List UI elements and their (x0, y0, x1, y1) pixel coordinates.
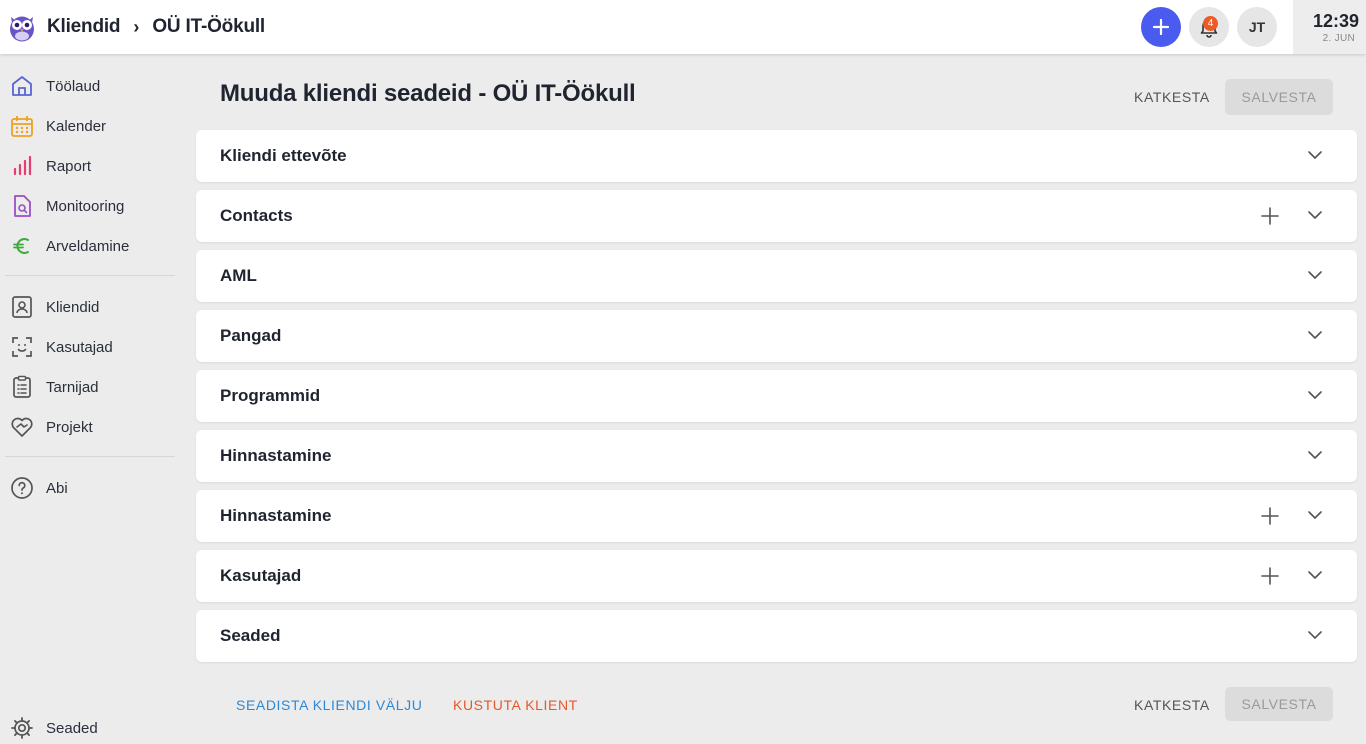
plus-icon[interactable] (1260, 206, 1280, 226)
heart-handshake-icon (11, 417, 33, 437)
chevron-down-icon[interactable] (1307, 567, 1323, 583)
chevron-down-icon[interactable] (1307, 327, 1323, 343)
user-avatar[interactable]: JT (1237, 7, 1277, 47)
section-hinnastamine-2[interactable]: Hinnastamine (196, 490, 1357, 542)
document-search-icon (14, 195, 31, 217)
section-title: Pangad (220, 326, 282, 345)
section-title: Programmid (220, 386, 321, 405)
section-kliendi-ettevote[interactable]: Kliendi ettevõte (196, 130, 1357, 182)
section-aml[interactable]: AML (196, 250, 1357, 302)
section-title: Kliendi ettevõte (220, 146, 347, 165)
sidebar-item-monitooring[interactable]: Monitooring (0, 188, 183, 224)
top-bar: Kliendid › OÜ IT-Öökull 4 JT 12:39 2. JU… (0, 0, 1366, 54)
calendar-icon (11, 116, 33, 137)
sidebar-item-raport[interactable]: Raport (0, 148, 183, 184)
euro-icon (13, 238, 29, 254)
breadcrumb-current: OÜ IT-Öökull (152, 16, 266, 37)
add-button[interactable] (1141, 7, 1181, 47)
gear-icon (11, 717, 33, 739)
sidebar-item-label: Kasutajad (46, 338, 113, 356)
plus-icon[interactable] (1260, 566, 1280, 586)
chevron-down-icon[interactable] (1307, 147, 1323, 163)
sidebar-item-projekt[interactable]: Projekt (0, 409, 183, 445)
breadcrumb-separator: › (133, 16, 140, 37)
sidebar-divider (5, 275, 175, 276)
chevron-down-icon[interactable] (1307, 207, 1323, 223)
sidebar-item-arveldamine[interactable]: Arveldamine (0, 228, 183, 264)
footer-save-button[interactable]: SALVESTA (1225, 687, 1333, 721)
clock-date: 2. JUN (1322, 32, 1355, 44)
sidebar-item-label: Tarnijad (46, 378, 99, 396)
clipboard-list-icon (13, 375, 31, 398)
help-circle-icon (11, 477, 33, 499)
chevron-down-icon[interactable] (1307, 387, 1323, 403)
sidebar-item-abi[interactable]: Abi (0, 470, 183, 506)
sidebar-item-label: Monitooring (46, 197, 125, 215)
sidebar-divider (5, 456, 175, 457)
sidebar-item-kliendid[interactable]: Kliendid (0, 289, 183, 325)
sidebar-item-kalender[interactable]: Kalender (0, 108, 183, 144)
section-title: Hinnastamine (220, 506, 332, 525)
notification-badge: 4 (1203, 16, 1218, 31)
section-seaded[interactable]: Seaded (196, 610, 1357, 662)
sidebar-item-label: Kliendid (46, 298, 100, 316)
cancel-button[interactable]: KATKESTA (1134, 89, 1210, 105)
bar-chart-icon (13, 155, 32, 176)
save-button[interactable]: SALVESTA (1225, 79, 1333, 115)
section-programmid[interactable]: Programmid (196, 370, 1357, 422)
sidebar-item-label: Projekt (46, 418, 93, 436)
chevron-down-icon[interactable] (1307, 267, 1323, 283)
face-scan-icon (12, 337, 32, 357)
sidebar-item-kasutajad[interactable]: Kasutajad (0, 329, 183, 365)
sidebar-item-tarnijad[interactable]: Tarnijad (0, 369, 183, 405)
sidebar-item-seaded[interactable]: Seaded (0, 710, 183, 744)
section-title: Contacts (220, 206, 293, 225)
owl-logo-icon[interactable] (9, 12, 35, 42)
breadcrumb-kliendid[interactable]: Kliendid (47, 16, 121, 38)
chevron-down-icon[interactable] (1307, 507, 1323, 523)
clock-time: 12:39 (1312, 10, 1359, 31)
plus-icon (1152, 18, 1170, 36)
page-title: Muuda kliendi seadeid - OÜ IT-Öökull (220, 80, 636, 107)
footer-cancel-button[interactable]: KATKESTA (1134, 697, 1210, 713)
section-title: AML (220, 266, 257, 285)
contact-card-icon (12, 296, 32, 318)
clock: 12:39 2. JUN (1293, 0, 1366, 54)
section-kasutajad[interactable]: Kasutajad (196, 550, 1357, 602)
sidebar: Töölaud Kalender Raport Monitooring Arve… (0, 54, 183, 744)
section-title: Kasutajad (220, 566, 302, 585)
delete-client-link[interactable]: KUSTUTA KLIENT (453, 697, 578, 713)
plus-icon[interactable] (1260, 506, 1280, 526)
sidebar-item-label: Kalender (46, 117, 107, 135)
section-pangad[interactable]: Pangad (196, 310, 1357, 362)
section-title: Seaded (220, 626, 281, 645)
sidebar-item-toolaud[interactable]: Töölaud (0, 68, 183, 104)
sidebar-item-label: Seaded (46, 719, 98, 737)
section-contacts[interactable]: Contacts (196, 190, 1357, 242)
chevron-down-icon[interactable] (1307, 627, 1323, 643)
sidebar-item-label: Töölaud (46, 77, 101, 95)
section-title: Hinnastamine (220, 446, 332, 465)
home-icon (12, 76, 32, 96)
sidebar-item-label: Arveldamine (46, 237, 130, 255)
notifications-button[interactable]: 4 (1189, 7, 1229, 47)
sidebar-item-label: Abi (46, 479, 68, 497)
section-hinnastamine[interactable]: Hinnastamine (196, 430, 1357, 482)
configure-client-fields-link[interactable]: SEADISTA KLIENDI VÄLJU (236, 697, 422, 713)
sidebar-item-label: Raport (46, 157, 92, 175)
chevron-down-icon[interactable] (1307, 447, 1323, 463)
